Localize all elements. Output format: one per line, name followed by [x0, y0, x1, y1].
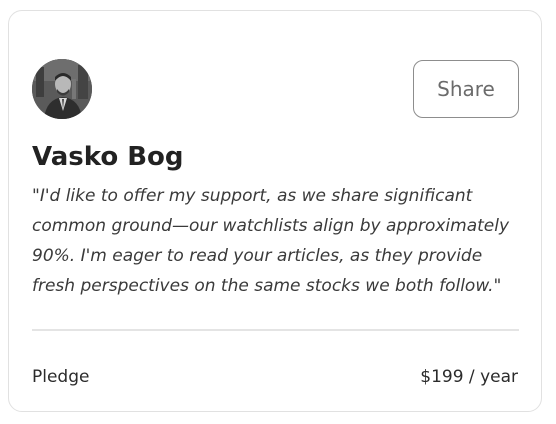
user-avatar-photo-icon: [32, 59, 92, 119]
supporter-name: Vasko Bog: [32, 142, 184, 172]
divider: [32, 329, 519, 331]
supporter-card: Share Vasko Bog "I'd like to offer my su…: [8, 10, 542, 412]
pledge-amount: $199 / year: [420, 367, 518, 387]
supporter-quote: "I'd like to offer my support, as we sha…: [32, 186, 510, 296]
avatar: [32, 59, 92, 119]
share-button[interactable]: Share: [413, 60, 519, 118]
pledge-label: Pledge: [32, 367, 90, 387]
